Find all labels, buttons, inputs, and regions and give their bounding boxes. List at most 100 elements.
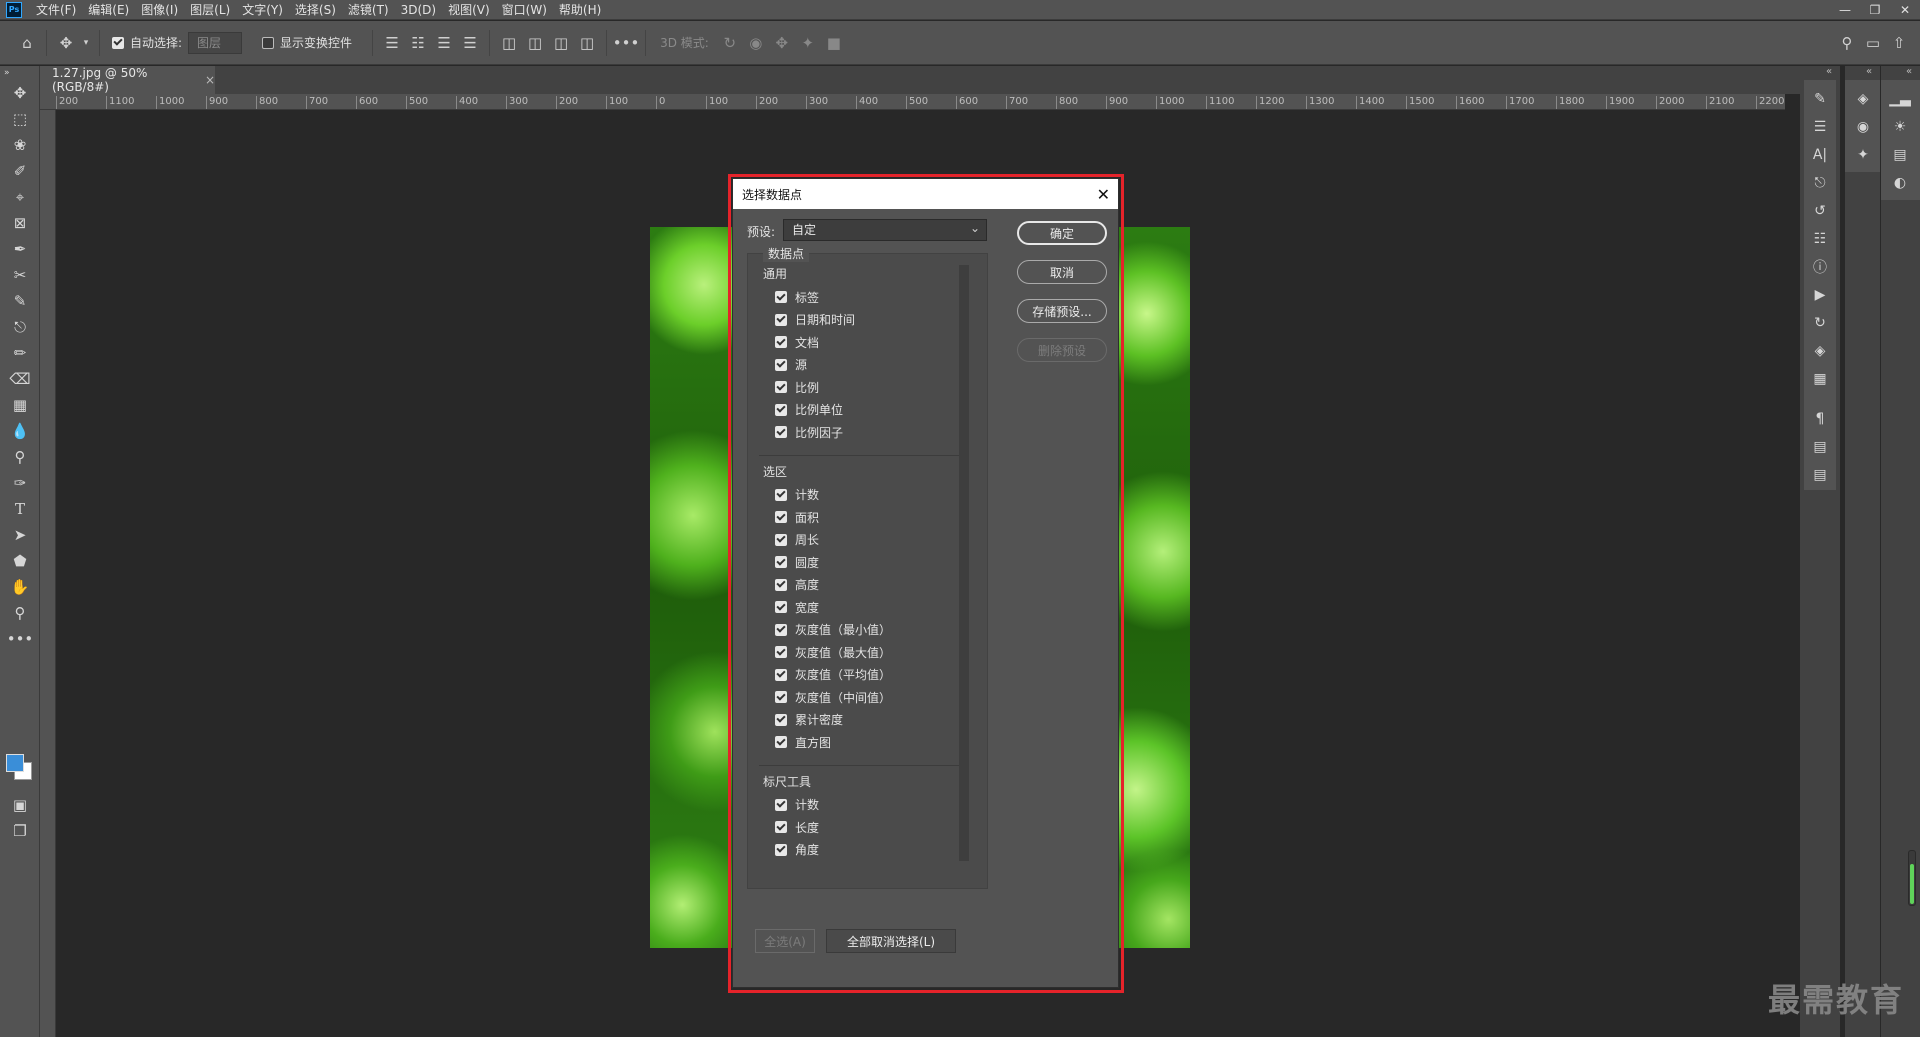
checkbox-check[interactable]: [775, 358, 787, 371]
channels-icon[interactable]: ◉: [1847, 114, 1879, 140]
data-point-checkbox[interactable]: 比例因子: [775, 424, 843, 440]
align-bottom-icon[interactable]: ◫: [548, 30, 574, 56]
ok-button[interactable]: 确定: [1017, 221, 1107, 245]
show-transform-check[interactable]: [262, 36, 275, 49]
3d-icon[interactable]: ◈: [1804, 338, 1836, 364]
checkbox-check[interactable]: [775, 843, 787, 856]
checkbox-check[interactable]: [775, 381, 787, 393]
properties-icon[interactable]: ☷: [1804, 226, 1836, 252]
notes-icon[interactable]: ▤: [1804, 462, 1836, 488]
distribute-icon[interactable]: ☰: [457, 30, 483, 56]
delete-preset-button[interactable]: 删除预设: [1017, 338, 1107, 362]
align-top-icon[interactable]: ◫: [496, 30, 522, 56]
healing-tool-icon[interactable]: ✂: [0, 262, 40, 288]
distribute-vertical-icon[interactable]: ◫: [574, 30, 600, 56]
checkbox-check[interactable]: [775, 336, 787, 348]
align-middle-icon[interactable]: ◫: [522, 30, 548, 56]
adjustments-icon[interactable]: ☰: [1804, 114, 1836, 140]
data-point-checkbox[interactable]: 周长: [775, 532, 819, 548]
styles-icon[interactable]: ▤: [1804, 434, 1836, 460]
checkbox-check[interactable]: [775, 556, 787, 568]
workspace-icon[interactable]: ▭: [1860, 30, 1886, 56]
move-tool-icon[interactable]: ✥: [0, 80, 40, 106]
data-point-checkbox[interactable]: 比例单位: [775, 402, 843, 418]
actions-icon[interactable]: ▶: [1804, 282, 1836, 308]
scroll-indicator[interactable]: [1908, 850, 1916, 906]
chevron-down-icon[interactable]: ▾: [79, 30, 93, 56]
show-transform-checkbox[interactable]: 显示变换控件: [262, 34, 352, 51]
menu-item[interactable]: 图层(L): [184, 0, 236, 20]
frame-tool-icon[interactable]: ⊠: [0, 210, 40, 236]
preset-select[interactable]: 自定: [783, 218, 987, 241]
list-scrollbar[interactable]: [959, 265, 969, 861]
menu-item[interactable]: 选择(S): [289, 0, 342, 20]
collapse-panel-icon[interactable]: «: [1906, 66, 1912, 77]
menu-item[interactable]: 编辑(E): [82, 0, 135, 20]
data-point-checkbox[interactable]: 源: [775, 357, 807, 373]
save-preset-button[interactable]: 存储预设...: [1017, 299, 1107, 323]
checkbox-check[interactable]: [775, 313, 787, 326]
data-point-checkbox[interactable]: 高度: [775, 577, 819, 593]
collapse-panel-icon[interactable]: «: [1866, 66, 1872, 77]
brush-settings-icon[interactable]: ✎: [1804, 86, 1836, 112]
move-tool-icon[interactable]: ✥: [53, 30, 79, 56]
more-tools-icon[interactable]: •••: [0, 626, 40, 652]
layers-icon[interactable]: ◈: [1847, 86, 1879, 112]
data-point-checkbox[interactable]: 计数: [775, 487, 819, 503]
menu-item[interactable]: 文件(F): [30, 0, 82, 20]
eraser-tool-icon[interactable]: ⌫: [0, 366, 40, 392]
data-point-checkbox[interactable]: 计数: [775, 797, 819, 813]
align-right-icon[interactable]: ☰: [431, 30, 457, 56]
data-point-checkbox[interactable]: 面积: [775, 509, 819, 525]
data-point-checkbox[interactable]: 日期和时间: [775, 312, 855, 328]
checkbox-check[interactable]: [775, 403, 787, 416]
paragraph-icon[interactable]: ¶: [1804, 406, 1836, 432]
path-select-tool-icon[interactable]: ➤: [0, 522, 40, 548]
data-point-checkbox[interactable]: 角度: [775, 842, 819, 858]
roll-3d-icon[interactable]: ◉: [743, 30, 769, 56]
cancel-button[interactable]: 取消: [1017, 260, 1107, 284]
character-icon[interactable]: A|: [1804, 142, 1836, 168]
data-point-checkbox[interactable]: 灰度值（最大值）: [775, 644, 891, 660]
menu-item[interactable]: 视图(V): [442, 0, 496, 20]
menu-item[interactable]: 文字(Y): [236, 0, 289, 20]
marquee-tool-icon[interactable]: ⬚: [0, 106, 40, 132]
measurement-log-icon[interactable]: ▦: [1804, 366, 1836, 392]
hand-tool-icon[interactable]: ✋: [0, 574, 40, 600]
menu-item[interactable]: 图像(I): [135, 0, 184, 20]
shape-tool-icon[interactable]: ⬟: [0, 548, 40, 574]
data-point-checkbox[interactable]: 文档: [775, 334, 819, 350]
checkbox-check[interactable]: [775, 798, 787, 811]
checkbox-check[interactable]: [775, 601, 787, 613]
zoom-tool-icon[interactable]: ⚲: [0, 600, 40, 626]
slide-3d-icon[interactable]: ✦: [795, 30, 821, 56]
screen-mode-icon[interactable]: ❐: [0, 818, 40, 844]
checkbox-check[interactable]: [775, 713, 787, 726]
checkbox-check[interactable]: [775, 646, 787, 658]
search-icon[interactable]: ⚲: [1834, 30, 1860, 56]
checkbox-check[interactable]: [775, 578, 787, 591]
foreground-color-swatch[interactable]: [6, 754, 24, 772]
home-icon[interactable]: ⌂: [14, 30, 40, 56]
data-point-checkbox[interactable]: 灰度值（中间值）: [775, 689, 891, 705]
data-point-checkbox[interactable]: 长度: [775, 819, 819, 835]
data-point-checkbox[interactable]: 灰度值（最小值）: [775, 622, 891, 638]
dodge-tool-icon[interactable]: ⚲: [0, 444, 40, 470]
paths-icon[interactable]: ✦: [1847, 142, 1879, 168]
checkbox-check[interactable]: [775, 533, 787, 546]
pen-tool-icon[interactable]: ✑: [0, 470, 40, 496]
timeline-icon[interactable]: ↻: [1804, 310, 1836, 336]
collapse-icon[interactable]: »: [0, 66, 40, 80]
brush-tool-icon[interactable]: ✎: [0, 288, 40, 314]
libraries-icon[interactable]: ▤: [1884, 142, 1916, 168]
data-point-checkbox[interactable]: 标签: [775, 289, 819, 305]
checkbox-check[interactable]: [775, 736, 787, 748]
document-tab[interactable]: 1.27.jpg @ 50%(RGB/8#) ×: [40, 66, 215, 94]
quick-mask-icon[interactable]: ▣: [0, 792, 40, 818]
history-brush-tool-icon[interactable]: ✏: [0, 340, 40, 366]
eyedropper-tool-icon[interactable]: ✒: [0, 236, 40, 262]
adjustments-panel-icon[interactable]: ☀: [1884, 114, 1916, 140]
pan-3d-icon[interactable]: ✥: [769, 30, 795, 56]
camera-3d-icon[interactable]: ■: [821, 30, 847, 56]
menu-item[interactable]: 滤镜(T): [342, 0, 395, 20]
